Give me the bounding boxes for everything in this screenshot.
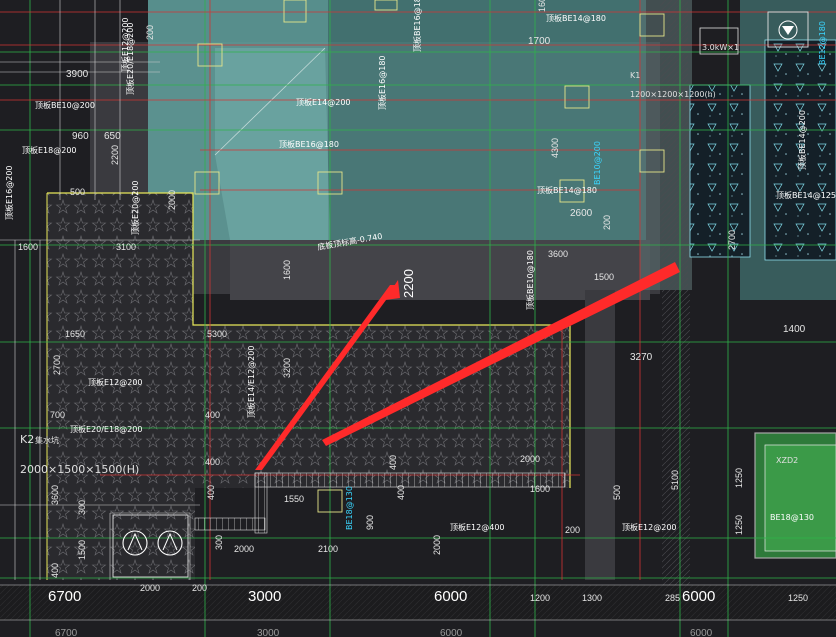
dim-b-5: 285 <box>665 593 680 603</box>
axis-span-lower-4: 6000 <box>690 628 713 637</box>
band-gray <box>585 290 615 580</box>
dim-c-5: 1550 <box>284 494 304 504</box>
dim-tl-1: 3900 <box>66 69 89 80</box>
pit-k2-size: 2000×1500×1500(H) <box>20 463 139 476</box>
rebar-label-1: 顶板E14@200 <box>296 97 351 107</box>
dim-c-14: 400 <box>206 485 216 500</box>
axis-span-1: 6700 <box>48 588 81 605</box>
rebar-label-17: 顶板BE14@180 <box>537 185 597 195</box>
cyan-label-2: BE18@130 <box>345 486 354 530</box>
dim-c-9: 2100 <box>318 544 338 554</box>
dim-tl-11: 700 <box>50 410 65 420</box>
dim-tl-3: 650 <box>104 131 121 142</box>
dim-b-4: 1300 <box>582 593 602 603</box>
rebar-label-12: 顶板E16@200 <box>4 165 14 220</box>
dim-b-6: 1250 <box>788 593 808 603</box>
dim-tl-7: 3100 <box>116 242 136 252</box>
dim-c-15: 200 <box>565 525 580 535</box>
dim-um-6: 3600 <box>548 249 568 259</box>
stair-ladder-horizontal <box>254 472 566 488</box>
dim-c-13: 2000 <box>520 454 540 464</box>
cad-drawing-canvas[interactable]: 2200 K1 1200×1200×1200(h) K2 集水坑 2000×15… <box>0 0 836 637</box>
dim-tl-5: 500 <box>70 187 85 197</box>
dim-c-4: 400 <box>388 455 398 470</box>
dim-um-7: 1500 <box>594 272 614 282</box>
rebar-label-20: 顶板E12@200 <box>120 17 130 72</box>
axis-span-lower-3: 6000 <box>440 628 463 637</box>
dim-tl-6: 1600 <box>18 242 38 252</box>
dim-r-1: 1400 <box>783 324 806 335</box>
dim-b-1: 2000 <box>140 583 160 593</box>
rebar-label-10: 顶板E20/E18@200 <box>70 424 142 434</box>
cyan-label-3: BE12@180 <box>818 21 827 65</box>
dim-um-2: 1600 <box>537 0 547 12</box>
rebar-label-16: 顶板E20@200 <box>130 180 140 235</box>
dim-tl-14: 300 <box>77 500 87 515</box>
dim-c-16: 500 <box>612 485 622 500</box>
rebar-label-6: 顶板BE10@200 <box>35 100 95 110</box>
rebar-label-13: 顶板E12@400 <box>450 522 505 532</box>
device-label: 3.0kW×1 <box>702 43 739 52</box>
pit-xzd2-rebar: BE18@130 <box>770 513 814 522</box>
band-hatch-right <box>662 290 690 590</box>
dim-tl-12: 400 <box>205 410 220 420</box>
pit-k1-size: 1200×1200×1200(h) <box>630 90 716 99</box>
axis-span-lower-1: 6700 <box>55 628 78 637</box>
rebar-label-3: 顶板BE14@180 <box>546 13 606 23</box>
dim-tl-9: 1650 <box>65 329 85 339</box>
pit-xzd2-name: XZD2 <box>776 456 798 465</box>
cyan-label-1: BE10@200 <box>593 141 602 185</box>
dim-um-8: 1600 <box>282 260 292 280</box>
axis-span-4: 6000 <box>682 588 715 605</box>
dim-tl-13: 3600 <box>50 485 60 505</box>
dim-c-11: 2000 <box>432 535 442 555</box>
dim-c-1: 5300 <box>207 329 227 339</box>
dim-um-5: 2600 <box>570 208 593 219</box>
dim-tl-8: 2000 <box>167 190 177 210</box>
dim-um-4: 4300 <box>550 138 560 158</box>
rebar-label-5: 顶板E16@180 <box>377 55 387 110</box>
pit-k1-name: K1 <box>630 71 640 80</box>
dim-c-7: 300 <box>214 535 224 550</box>
dim-c-6: 400 <box>396 485 406 500</box>
slab-triangle-left <box>689 84 751 258</box>
rebar-label-11: 顶板E14/E12@200 <box>246 346 256 418</box>
dim-c-2: 3200 <box>282 358 292 378</box>
rebar-label-2: 顶板BE16@180 <box>412 0 422 52</box>
dim-r-6: 1250 <box>734 515 744 535</box>
annotation-2200: 2200 <box>401 269 416 298</box>
dim-um-3: 200 <box>145 25 155 40</box>
pit-k2-desc: 集水坑 <box>35 435 59 445</box>
dim-um-9: 200 <box>602 215 612 230</box>
dim-um-1: 1700 <box>528 36 551 47</box>
dim-r-3: 5100 <box>670 470 680 490</box>
axis-span-lower-2: 3000 <box>257 628 280 637</box>
dim-r-4: 2700 <box>727 230 737 250</box>
rebar-label-14: 顶板BE14@125 <box>776 190 836 200</box>
rebar-label-7: 顶板E18@200 <box>22 145 77 155</box>
dim-r-2: 3270 <box>630 352 653 363</box>
axis-span-2: 3000 <box>248 588 281 605</box>
pit-k2-name: K2 <box>20 433 34 446</box>
dim-c-3: 400 <box>205 457 220 467</box>
right-column-hatch <box>660 0 688 290</box>
rebar-label-19: 顶板BE10@180 <box>525 250 535 310</box>
dim-tl-16: 400 <box>50 563 60 578</box>
rebar-label-18: 顶板E12@200 <box>622 522 677 532</box>
rebar-label-15: 顶板BE14@200 <box>797 110 807 170</box>
stair-ladder-lower <box>194 517 266 531</box>
dim-tl-2: 960 <box>72 131 89 142</box>
dim-c-8: 2000 <box>234 544 254 554</box>
rebar-label-9: 顶板E12@200 <box>88 377 143 387</box>
dim-tl-4: 2200 <box>110 145 120 165</box>
rebar-label-4: 顶板BE16@180 <box>279 139 339 149</box>
dim-tl-15: 1500 <box>77 540 87 560</box>
dim-tl-10: 2700 <box>52 355 62 375</box>
dim-c-12: 1600 <box>530 484 550 494</box>
dim-b-3: 1200 <box>530 593 550 603</box>
dim-r-5: 1250 <box>734 468 744 488</box>
dim-b-2: 200 <box>192 583 207 593</box>
dim-c-10: 900 <box>365 515 375 530</box>
axis-span-3: 6000 <box>434 588 467 605</box>
